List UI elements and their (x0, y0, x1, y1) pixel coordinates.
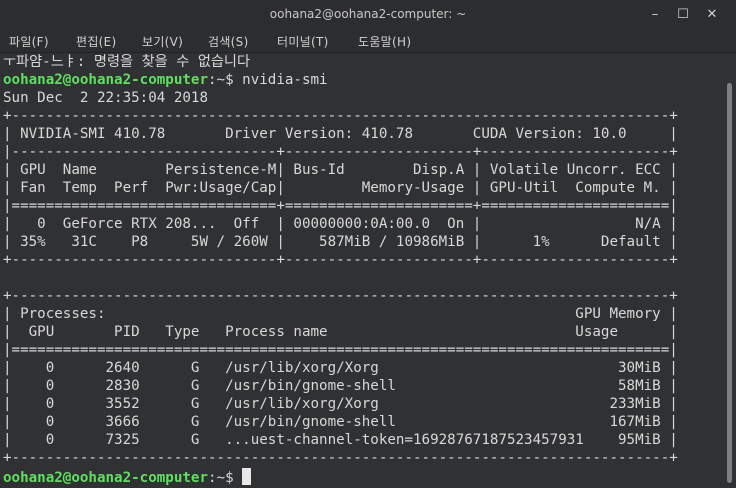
menu-edit[interactable]: 편집(E) (76, 33, 117, 50)
terminal-line: | 35% 31C P8 5W / 260W | 587MiB / 10986M… (3, 234, 678, 250)
terminal-line: +---------------------------------------… (3, 288, 678, 304)
prompt-path: :~$ (208, 72, 234, 88)
terminal-line-command: oohana2@oohana2-computer:~$ nvidia-smi (3, 71, 328, 89)
maximize-button[interactable]: ☐ (674, 6, 692, 24)
title-bar[interactable]: oohana2@oohana2-computer: ~ – ☐ ✕ (0, 0, 736, 30)
menu-terminal[interactable]: 터미널(T) (277, 33, 329, 50)
terminal-line: | Processes: GPU Memory | (3, 306, 678, 322)
terminal-line: | 0 2830 G /usr/bin/gnome-shell 58MiB | (3, 378, 678, 394)
window-title: oohana2@oohana2-computer: ~ (269, 7, 467, 21)
terminal-line: +-------------------------------+-------… (3, 252, 678, 268)
terminal-line: | 0 3552 G /usr/lib/xorg/Xorg 233MiB | (3, 396, 678, 412)
command-text: nvidia-smi (233, 72, 328, 88)
terminal-line: |-------------------------------+-------… (3, 144, 678, 160)
terminal-line: |=======================================… (3, 342, 678, 358)
terminal-line: | NVIDIA-SMI 410.78 Driver Version: 410.… (3, 126, 678, 142)
text-cursor (242, 468, 252, 485)
terminal-line: | 0 2640 G /usr/lib/xorg/Xorg 30MiB | (3, 360, 678, 376)
terminal-output[interactable]: ㅜ파얌-느ㅑ: 명령을 찾을 수 없습니다 oohana2@oohana2-co… (0, 53, 722, 488)
terminal-line: | 0 GeForce RTX 208... Off | 00000000:0A… (3, 216, 678, 232)
terminal-line: +---------------------------------------… (3, 108, 678, 124)
prompt-path: :~$ (208, 470, 243, 486)
terminal-line-error: ㅜ파얌-느ㅑ: 명령을 찾을 수 없습니다 (3, 54, 251, 70)
menu-search[interactable]: 검색(S) (208, 33, 249, 50)
menu-view[interactable]: 보기(V) (142, 33, 183, 50)
scrollbar[interactable] (724, 53, 736, 488)
terminal-line: | 0 7325 G ...uest-channel-token=1692876… (3, 432, 678, 448)
menu-help[interactable]: 도움말(H) (358, 33, 411, 50)
terminal-line: | GPU PID Type Process name Usage | (3, 324, 678, 340)
menu-bar: 파일(F) 편집(E) 보기(V) 검색(S) 터미널(T) 도움말(H) (0, 30, 736, 53)
menu-file[interactable]: 파일(F) (9, 33, 49, 50)
scrollbar-thumb[interactable] (727, 83, 732, 483)
prompt-user: oohana2@oohana2-computer (3, 72, 208, 88)
prompt-user: oohana2@oohana2-computer (3, 470, 208, 486)
terminal-line: | GPU Name Persistence-M| Bus-Id Disp.A … (3, 162, 678, 178)
close-button[interactable]: ✕ (703, 6, 721, 24)
terminal-line: | 0 3666 G /usr/bin/gnome-shell 167MiB | (3, 414, 678, 430)
terminal-line: | Fan Temp Perf Pwr:Usage/Cap| Memory-Us… (3, 180, 678, 196)
terminal-line: +---------------------------------------… (3, 450, 678, 466)
terminal-line-prompt: oohana2@oohana2-computer:~$ (3, 468, 252, 486)
terminal-line: |===============================+=======… (3, 198, 678, 214)
terminal-line: Sun Dec 2 22:35:04 2018 (3, 90, 208, 106)
minimize-button[interactable]: – (646, 6, 664, 24)
terminal-window: oohana2@oohana2-computer: ~ – ☐ ✕ 파일(F) … (0, 0, 736, 488)
